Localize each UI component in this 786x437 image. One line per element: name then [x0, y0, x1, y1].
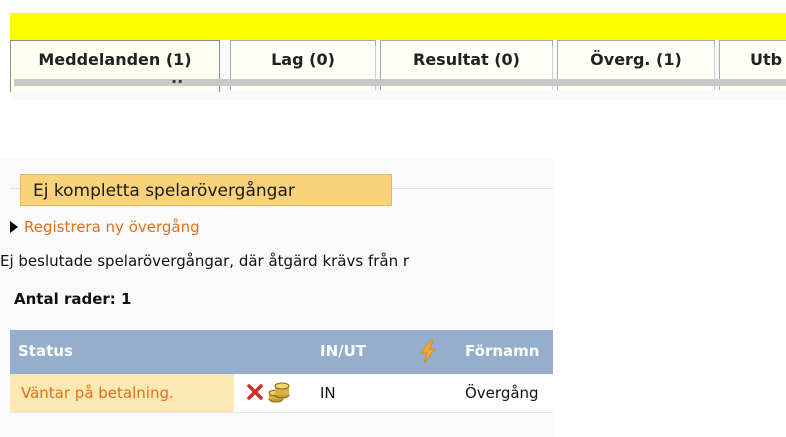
firstname-value: Övergång	[465, 384, 539, 402]
register-transfer-link[interactable]: Registrera ny övergång	[10, 218, 200, 236]
top-navigation: Meddelanden (1) Lag (0) Resultat (0) Öve…	[10, 13, 786, 100]
tab-label: Resultat (0)	[413, 50, 520, 69]
coins-icon[interactable]	[268, 381, 290, 403]
arrow-right-icon	[10, 221, 18, 233]
table-row[interactable]: Väntar på betalning. IN Övergång	[10, 374, 553, 413]
status-text: Väntar på betalning.	[21, 384, 174, 402]
row-count: Antal rader: 1	[14, 290, 132, 308]
column-header-firstname[interactable]: Förnamn	[465, 342, 539, 360]
tab-content-bar	[14, 79, 786, 86]
tab-label: Överg. (1)	[590, 50, 682, 69]
tab-label: Lag (0)	[271, 50, 335, 69]
register-transfer-label: Registrera ny övergång	[24, 218, 200, 236]
tab-content-fragment: ..	[171, 68, 184, 87]
column-header-in-out[interactable]: IN/UT	[320, 342, 366, 360]
section-description: Ej beslutade spelarövergångar, där åtgär…	[0, 252, 410, 270]
transfers-panel: Ej kompletta spelarövergångar Registrera…	[0, 157, 553, 437]
section-title: Ej kompletta spelarövergångar	[20, 174, 392, 206]
status-cell: Väntar på betalning.	[10, 374, 234, 412]
tab-label: Utb	[750, 50, 783, 69]
close-icon[interactable]	[246, 383, 264, 401]
tab-label: Meddelanden (1)	[38, 50, 192, 69]
in-out-value: IN	[320, 384, 336, 402]
table-header: Status IN/UT Förnamn	[10, 330, 553, 374]
top-yellow-band	[10, 13, 786, 40]
column-header-status[interactable]: Status	[18, 342, 73, 360]
lightning-icon	[420, 340, 437, 364]
